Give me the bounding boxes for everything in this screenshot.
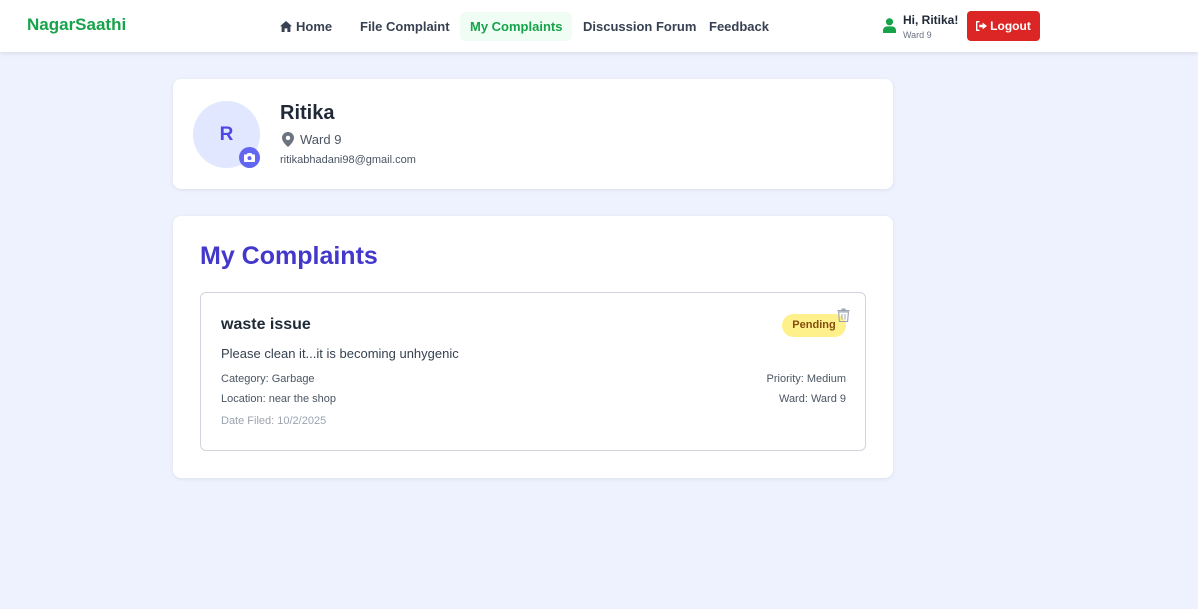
profile-ward: Ward 9 bbox=[300, 132, 342, 147]
nav-my-complaints-label: My Complaints bbox=[470, 19, 563, 34]
logout-label: Logout bbox=[990, 19, 1031, 33]
nav-file-complaint[interactable]: File Complaint bbox=[350, 12, 460, 41]
nav-discussion-forum-label: Discussion Forum bbox=[583, 19, 697, 34]
delete-icon[interactable] bbox=[837, 308, 850, 322]
nav-file-complaint-label: File Complaint bbox=[360, 19, 450, 34]
home-icon bbox=[280, 21, 292, 32]
complaint-description: Please clean it...it is becoming unhygen… bbox=[221, 346, 459, 361]
complaint-category: Category: Garbage bbox=[221, 373, 315, 385]
logout-button[interactable]: Logout bbox=[967, 11, 1040, 41]
nav-home-label: Home bbox=[296, 19, 333, 34]
profile-name: Ritika bbox=[280, 102, 335, 124]
complaints-section: My Complaints waste issue Pending Please… bbox=[173, 216, 893, 478]
change-photo-button[interactable] bbox=[239, 147, 260, 168]
user-icon bbox=[883, 18, 896, 33]
complaint-date: Date Filed: 10/2/2025 bbox=[221, 415, 327, 427]
section-title: My Complaints bbox=[200, 242, 378, 270]
brand-logo[interactable]: NagarSaathi bbox=[27, 15, 126, 35]
camera-icon bbox=[244, 153, 255, 162]
location-pin-icon bbox=[282, 132, 294, 147]
complaint-card: waste issue Pending Please clean it...it… bbox=[200, 292, 866, 451]
nav-feedback-label: Feedback bbox=[709, 19, 769, 34]
navbar: NagarSaathi Home File Complaint My Compl… bbox=[0, 0, 1198, 52]
user-ward: Ward 9 bbox=[903, 30, 932, 40]
complaint-location: Location: near the shop bbox=[221, 393, 336, 405]
nav-feedback[interactable]: Feedback bbox=[699, 12, 779, 41]
nav-home[interactable]: Home bbox=[270, 12, 342, 41]
complaint-priority: Priority: Medium bbox=[766, 373, 846, 385]
user-greeting: Hi, Ritika! bbox=[903, 13, 959, 27]
nav-discussion-forum[interactable]: Discussion Forum bbox=[573, 12, 706, 41]
profile-card: R Ritika Ward 9 ritikabhadani98@gmail.co… bbox=[173, 79, 893, 189]
profile-email: ritikabhadani98@gmail.com bbox=[280, 154, 416, 166]
nav-my-complaints[interactable]: My Complaints bbox=[460, 12, 573, 41]
complaint-title: waste issue bbox=[221, 316, 311, 333]
logout-icon bbox=[976, 21, 988, 31]
complaint-ward: Ward: Ward 9 bbox=[778, 393, 846, 405]
